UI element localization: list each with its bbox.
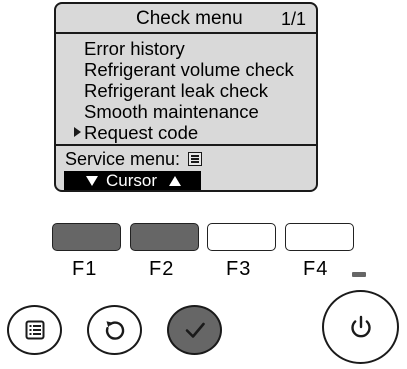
arrow-down-icon: [86, 176, 98, 186]
cursor-label: Cursor: [106, 171, 158, 190]
menu-icon: [25, 320, 44, 340]
status-led: [352, 272, 366, 277]
f2-button[interactable]: [130, 223, 199, 251]
f1-button[interactable]: [52, 223, 121, 251]
menu-item-label: Error history: [84, 38, 185, 59]
page-indicator: 1/1: [280, 9, 306, 29]
arrow-up-icon: [169, 176, 181, 186]
screen-header: Check menu 1/1: [56, 4, 316, 34]
f4-label: F4: [303, 258, 329, 280]
menu-item-error-history[interactable]: Error history: [62, 38, 294, 59]
menu-item-label: Smooth maintenance: [84, 101, 259, 122]
f1-label: F1: [72, 258, 98, 280]
check-menu-list: Error history Refrigerant volume check R…: [62, 38, 294, 143]
menu-item-smooth-maintenance[interactable]: Smooth maintenance: [62, 101, 294, 122]
menu-item-refrigerant-volume-check[interactable]: Refrigerant volume check: [62, 59, 294, 80]
menu-item-label: Request code: [84, 122, 199, 143]
checkmark-icon: [185, 322, 205, 338]
selection-pointer-icon: [74, 127, 81, 137]
return-button[interactable]: [87, 305, 142, 355]
screen-divider: [56, 144, 316, 146]
menu-item-request-code[interactable]: Request code: [62, 122, 294, 143]
f4-button[interactable]: [285, 223, 354, 251]
menu-item-label: Refrigerant volume check: [84, 59, 294, 80]
service-menu-label: Service menu:: [65, 149, 181, 169]
f3-label: F3: [226, 258, 252, 280]
service-menu-row: Service menu:: [65, 148, 203, 170]
return-icon: [105, 321, 124, 340]
confirm-button[interactable]: [167, 305, 222, 355]
lcd-screen: Check menu 1/1 Error history Refrigerant…: [54, 2, 318, 192]
menu-icon: [188, 152, 203, 166]
f2-label: F2: [149, 258, 175, 280]
power-button[interactable]: [322, 290, 399, 364]
screen-title: Check menu: [136, 8, 243, 29]
f3-button[interactable]: [207, 223, 276, 251]
menu-item-label: Refrigerant leak check: [84, 80, 269, 101]
menu-item-refrigerant-leak-check[interactable]: Refrigerant leak check: [62, 80, 294, 101]
menu-button[interactable]: [7, 305, 62, 355]
cursor-guide-bar: Cursor: [64, 171, 201, 190]
power-icon: [350, 315, 371, 338]
